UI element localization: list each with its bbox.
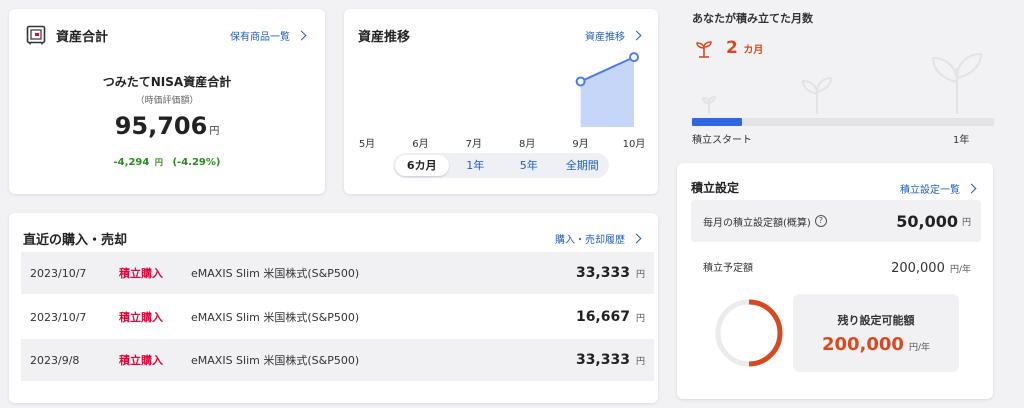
trade-history-label: 購入・売却履歴 (555, 235, 625, 246)
trade-fund: eMAXIS Slim 米国株式(S&P500) (191, 267, 360, 280)
months-saved-panel: あなたが積み立てた月数 2 カ月 積立スタート 1年 (677, 0, 1024, 150)
trade-amount: 33,333 (575, 352, 630, 368)
trade-date: 2023/10/7 (30, 310, 87, 324)
assets-unit: 円 (209, 126, 220, 137)
assets-title: 資産合計 (56, 30, 109, 45)
monthly-unit: 円 (961, 217, 971, 228)
trade-history-link[interactable]: 購入・売却履歴 (555, 231, 642, 246)
table-row[interactable]: 2023/10/7 積立購入 eMAXIS Slim 米国株式(S&P500) … (21, 296, 654, 338)
recent-trades-card: 直近の購入・売却 購入・売却履歴 2023/10/7 積立購入 eMAXIS S… (9, 213, 658, 403)
tab-6-months[interactable]: 6カ月 (395, 155, 449, 176)
assets-change: -4,294 (113, 157, 150, 168)
trend-card: 資産推移 資産推移 5月 6月 7月 8月 9月 10月 6カ月 1年 5年 全期間 (344, 9, 658, 194)
trend-point (629, 52, 639, 63)
planned-label: 積立予定額 (703, 263, 753, 274)
settings-list-label: 積立設定一覧 (900, 185, 960, 196)
chevron-right-icon (966, 183, 977, 194)
trade-type: 積立購入 (119, 354, 163, 367)
nisa-total-label: つみたてNISA資産合計 (102, 75, 232, 89)
assets-change-unit: 円 (154, 158, 163, 167)
trend-point (575, 76, 586, 87)
remaining-amount: 200,000 (821, 334, 904, 355)
trade-amount: 33,333 (575, 265, 630, 281)
help-icon[interactable]: ? (814, 215, 827, 227)
chevron-right-icon (296, 30, 307, 41)
period-selector: 6カ月 1年 5年 全期間 (393, 153, 609, 178)
trade-unit: 円 (635, 356, 645, 367)
remaining-unit: 円/年 (909, 343, 931, 353)
month-tick-label: 9月 (572, 139, 589, 150)
remaining-box: 残り設定可能額 200,000 円/年 (793, 294, 959, 372)
safe-icon (26, 25, 46, 45)
month-tick-label: 10月 (622, 139, 646, 150)
trade-type: 積立購入 (119, 311, 163, 324)
monthly-label: 毎月の積立設定額(概算) (703, 217, 811, 229)
table-row[interactable]: 2023/10/7 積立購入 eMAXIS Slim 米国株式(S&P500) … (21, 252, 654, 294)
trade-fund: eMAXIS Slim 米国株式(S&P500) (191, 311, 360, 324)
month-tick-label: 8月 (519, 139, 536, 150)
holdings-list-label: 保有商品一覧 (230, 32, 290, 43)
assets-change-pct: (-4.29%) (172, 157, 221, 168)
trade-amount: 16,667 (575, 309, 630, 325)
ring-used-arc (748, 299, 783, 367)
planned-amount-row: 200,000 円/年 (891, 257, 971, 276)
planned-unit: 円/年 (949, 265, 971, 275)
months-title: あなたが積み立てた月数 (692, 12, 813, 25)
progress-start-label: 積立スタート (692, 135, 752, 146)
assets-amount-row: 95,706 円 (9, 112, 325, 140)
holdings-list-link[interactable]: 保有商品一覧 (230, 28, 307, 43)
months-progress-fill (692, 118, 743, 126)
usage-ring-chart (715, 299, 783, 367)
assets-card: 資産合計 保有商品一覧 つみたてNISA資産合計 （時価評価額） 95,706 円… (9, 9, 325, 194)
trend-chart (575, 52, 639, 127)
settings-list-link[interactable]: 積立設定一覧 (900, 181, 977, 196)
tab-5-years[interactable]: 5年 (502, 155, 556, 176)
trade-date: 2023/10/7 (30, 266, 87, 280)
month-tick-label: 5月 (358, 139, 376, 150)
savings-settings-card: 積立設定 積立設定一覧 毎月の積立設定額(概算) ? 50,000 円 積立予定… (677, 163, 993, 399)
trend-area (580, 57, 634, 127)
trade-date: 2023/9/8 (30, 353, 80, 367)
months-progress-track (692, 118, 994, 126)
trade-fund: eMAXIS Slim 米国株式(S&P500) (191, 354, 360, 367)
remaining-amount-row: 200,000 円/年 (793, 334, 959, 355)
recent-trades-title: 直近の購入・売却 (23, 233, 128, 248)
planned-amount: 200,000 (891, 261, 945, 276)
monthly-amount: 50,000 (896, 211, 958, 231)
assets-amount: 95,706 (114, 112, 208, 140)
tab-1-year[interactable]: 1年 (449, 155, 503, 176)
trade-unit: 円 (635, 269, 645, 280)
chevron-right-icon (631, 233, 642, 244)
tab-all-period[interactable]: 全期間 (556, 155, 610, 176)
valuation-note: （時価評価額） (135, 96, 199, 106)
progress-end-label: 1年 (953, 135, 970, 146)
table-row[interactable]: 2023/9/8 積立購入 eMAXIS Slim 米国株式(S&P500) 3… (21, 339, 654, 381)
assets-change-row: -4,294 円 (-4.29%) (9, 150, 325, 169)
remaining-label: 残り設定可能額 (837, 314, 915, 327)
trade-unit: 円 (635, 313, 645, 324)
trade-type: 積立購入 (119, 267, 163, 280)
month-tick-label: 7月 (465, 139, 482, 150)
month-tick-label: 6月 (412, 139, 429, 150)
plant-illustration (701, 52, 983, 114)
monthly-setting-box: 毎月の積立設定額(概算) ? 50,000 円 (691, 200, 981, 242)
settings-title: 積立設定 (691, 181, 740, 195)
